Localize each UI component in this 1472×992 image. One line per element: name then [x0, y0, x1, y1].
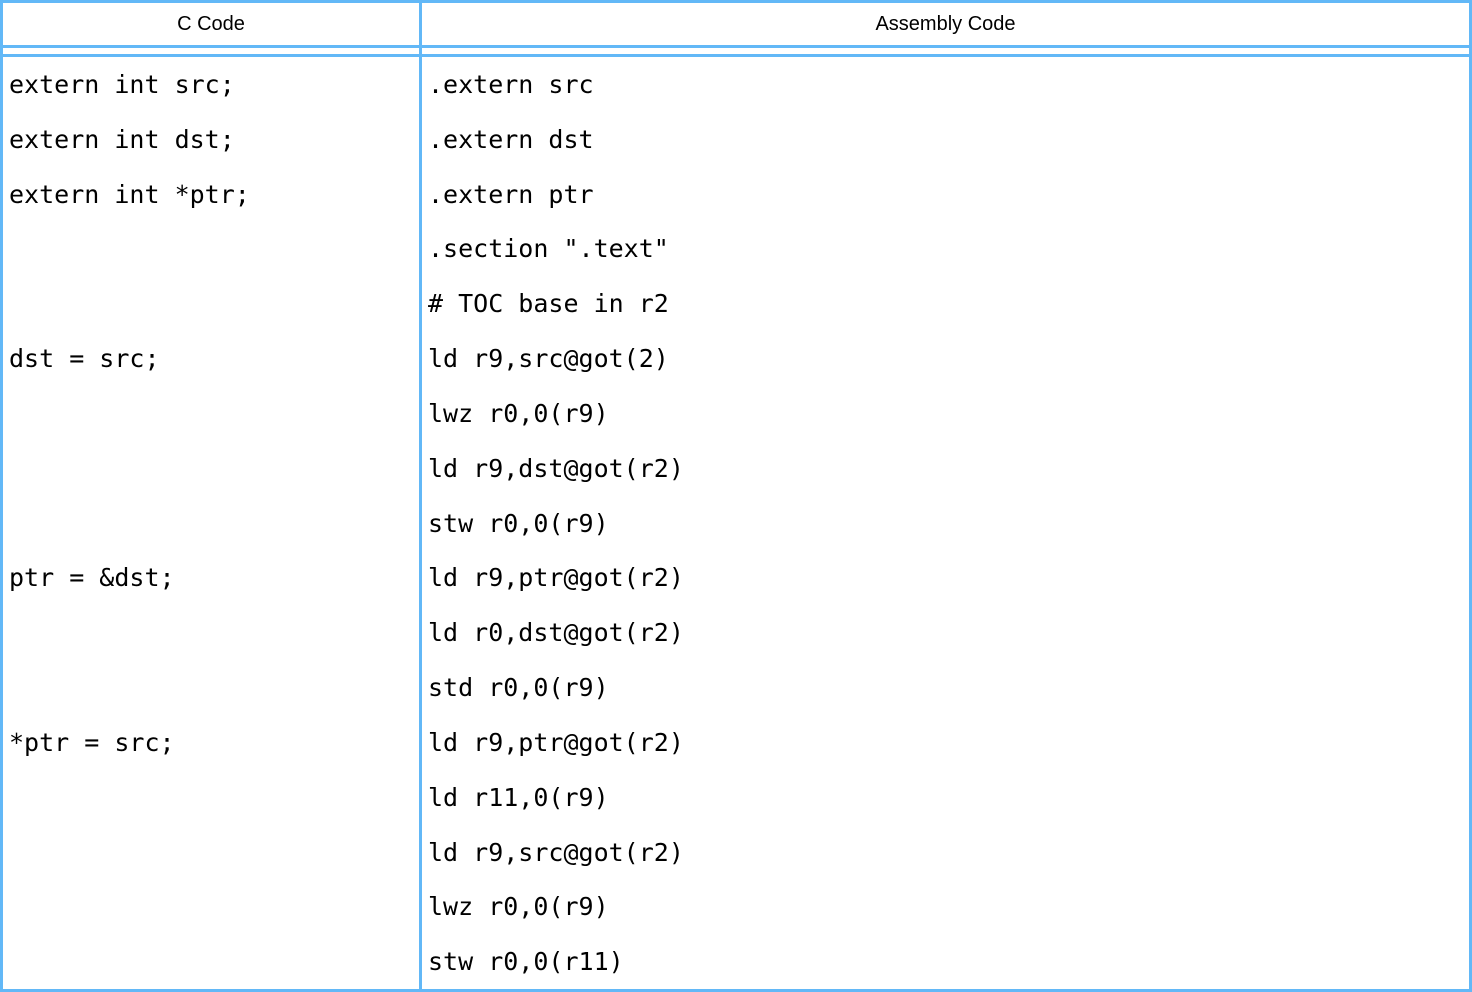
assembly-code-cell: lwz r0,0(r9) [422, 879, 1469, 934]
c-code-cell [3, 660, 422, 715]
c-code-cell [3, 825, 422, 880]
table-row: dst = src; ld r9,src@got(2) [3, 331, 1469, 386]
table-body: extern int src; .extern src extern int d… [3, 57, 1469, 989]
header-separator-left [3, 48, 422, 54]
table-row: ld r0,dst@got(r2) [3, 605, 1469, 660]
assembly-code-text: ld r9,ptr@got(r2) [428, 563, 684, 592]
assembly-code-cell: stw r0,0(r11) [422, 934, 1469, 989]
assembly-code-text: ld r9,src@got(r2) [428, 838, 684, 867]
c-code-cell: ptr = &dst; [3, 550, 422, 605]
assembly-code-cell: ld r9,dst@got(r2) [422, 441, 1469, 496]
table-row: extern int src; .extern src [3, 57, 1469, 112]
c-code-cell: extern int *ptr; [3, 167, 422, 222]
table-header-row: C Code Assembly Code [3, 3, 1469, 48]
assembly-code-cell: stw r0,0(r9) [422, 496, 1469, 551]
c-code-text: dst = src; [9, 344, 160, 373]
c-code-cell: extern int dst; [3, 112, 422, 167]
c-code-cell [3, 276, 422, 331]
assembly-code-cell: .section ".text" [422, 221, 1469, 276]
table-row: extern int *ptr; .extern ptr [3, 167, 1469, 222]
assembly-code-cell: ld r0,dst@got(r2) [422, 605, 1469, 660]
table-row: extern int dst; .extern dst [3, 112, 1469, 167]
assembly-code-cell: # TOC base in r2 [422, 276, 1469, 331]
c-code-cell [3, 221, 422, 276]
c-code-text: extern int dst; [9, 125, 235, 154]
assembly-code-text: ld r9,dst@got(r2) [428, 454, 684, 483]
table-row: lwz r0,0(r9) [3, 879, 1469, 934]
c-code-cell: *ptr = src; [3, 715, 422, 770]
table-row: ptr = &dst; ld r9,ptr@got(r2) [3, 550, 1469, 605]
assembly-code-cell: ld r9,ptr@got(r2) [422, 715, 1469, 770]
assembly-code-text: lwz r0,0(r9) [428, 892, 609, 921]
c-code-cell [3, 934, 422, 989]
assembly-code-text: .extern ptr [428, 180, 594, 209]
c-code-text: extern int *ptr; [9, 180, 250, 209]
table-row: ld r9,src@got(r2) [3, 825, 1469, 880]
assembly-code-cell: .extern src [422, 57, 1469, 112]
assembly-code-text: lwz r0,0(r9) [428, 399, 609, 428]
column-header-c-code: C Code [3, 3, 422, 45]
assembly-code-cell: ld r11,0(r9) [422, 770, 1469, 825]
c-code-cell [3, 386, 422, 441]
assembly-code-text: # TOC base in r2 [428, 289, 669, 318]
c-code-cell [3, 605, 422, 660]
c-code-cell: dst = src; [3, 331, 422, 386]
table-row: *ptr = src; ld r9,ptr@got(r2) [3, 715, 1469, 770]
c-code-cell: extern int src; [3, 57, 422, 112]
table-row: # TOC base in r2 [3, 276, 1469, 331]
c-code-cell [3, 770, 422, 825]
table-row: .section ".text" [3, 221, 1469, 276]
assembly-code-cell: std r0,0(r9) [422, 660, 1469, 715]
assembly-code-cell: ld r9,ptr@got(r2) [422, 550, 1469, 605]
assembly-code-text: ld r11,0(r9) [428, 783, 609, 812]
assembly-code-cell: .extern ptr [422, 167, 1469, 222]
c-code-cell [3, 441, 422, 496]
c-code-text: extern int src; [9, 70, 235, 99]
table-row: stw r0,0(r11) [3, 934, 1469, 989]
assembly-code-text: ld r9,src@got(2) [428, 344, 669, 373]
assembly-code-text: ld r9,ptr@got(r2) [428, 728, 684, 757]
assembly-code-text: .extern dst [428, 125, 594, 154]
table-row: ld r9,dst@got(r2) [3, 441, 1469, 496]
header-separator-rule [3, 48, 1469, 57]
assembly-code-text: .extern src [428, 70, 594, 99]
table-row: lwz r0,0(r9) [3, 386, 1469, 441]
assembly-code-cell: .extern dst [422, 112, 1469, 167]
table-row: stw r0,0(r9) [3, 496, 1469, 551]
c-code-cell [3, 879, 422, 934]
table-row: ld r11,0(r9) [3, 770, 1469, 825]
code-comparison-table: C Code Assembly Code extern int src; .ex… [0, 0, 1472, 992]
c-code-text: *ptr = src; [9, 728, 175, 757]
assembly-code-text: stw r0,0(r9) [428, 509, 609, 538]
assembly-code-cell: ld r9,src@got(r2) [422, 825, 1469, 880]
assembly-code-text: .section ".text" [428, 234, 669, 263]
table-row: std r0,0(r9) [3, 660, 1469, 715]
assembly-code-cell: lwz r0,0(r9) [422, 386, 1469, 441]
header-separator-right [422, 48, 1469, 54]
assembly-code-text: stw r0,0(r11) [428, 947, 624, 976]
c-code-cell [3, 496, 422, 551]
assembly-code-text: ld r0,dst@got(r2) [428, 618, 684, 647]
c-code-text: ptr = &dst; [9, 563, 175, 592]
column-header-assembly-code: Assembly Code [422, 3, 1469, 45]
assembly-code-text: std r0,0(r9) [428, 673, 609, 702]
assembly-code-cell: ld r9,src@got(2) [422, 331, 1469, 386]
